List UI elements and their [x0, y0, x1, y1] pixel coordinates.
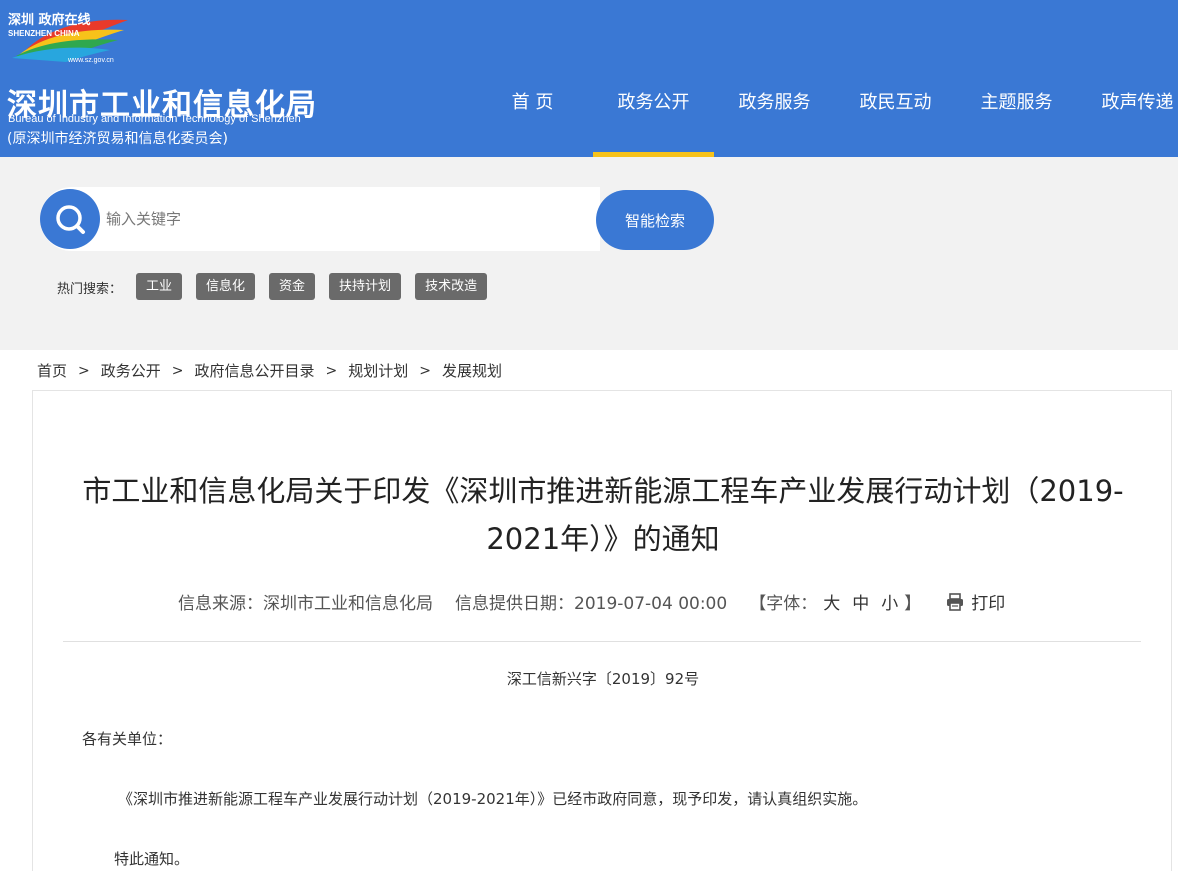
site-title-english: Bureau of Industry and Information Techn…: [8, 113, 301, 125]
breadcrumb-separator: >: [78, 362, 90, 379]
nav-item-theme-services[interactable]: 主题服务: [956, 0, 1077, 157]
info-date: 信息提供日期：2019-07-04 00:00: [455, 594, 728, 614]
breadcrumb-home[interactable]: 首页: [37, 360, 67, 381]
font-size-small[interactable]: 小: [881, 589, 898, 614]
printer-icon: [947, 592, 964, 611]
body-paragraph: 《深圳市推进新能源工程车产业发展行动计划（2019-2021年）》已经市政府同意…: [118, 790, 868, 808]
nav-item-gov-affairs-open[interactable]: 政务公开: [593, 0, 714, 157]
breadcrumb-gov-affairs-open[interactable]: 政务公开: [101, 360, 161, 381]
print-label: 打印: [971, 594, 1006, 614]
breadcrumb-separator: >: [325, 362, 338, 379]
smart-search-button[interactable]: 智能检索: [596, 190, 714, 250]
article-title: 市工业和信息化局关于印发《深圳市推进新能源工程车产业发展行动计划（2019-20…: [82, 474, 1124, 556]
search-input[interactable]: [106, 203, 586, 235]
nav-item-home[interactable]: 首 页: [472, 0, 593, 157]
hot-search-label: 热门搜索：: [57, 282, 123, 297]
site-former-name: (原深圳市经济贸易和信息化委员会): [7, 131, 228, 147]
font-size-medium[interactable]: 中: [852, 589, 869, 614]
breadcrumb-info-catalog[interactable]: 政府信息公开目录: [195, 360, 315, 381]
svg-text:SHENZHEN CHINA: SHENZHEN CHINA: [8, 29, 80, 38]
article-panel: 市工业和信息化局关于印发《深圳市推进新能源工程车产业发展行动计划（2019-20…: [32, 390, 1172, 871]
hot-tag-funding[interactable]: 资金: [269, 273, 316, 300]
article-meta: 信息来源：深圳市工业和信息化局 信息提供日期：2019-07-04 00:00 …: [178, 589, 1005, 614]
font-size-close: 】: [904, 594, 922, 614]
hot-tag-support-plan[interactable]: 扶持计划: [329, 273, 402, 300]
search-bar: [40, 187, 600, 251]
site-header: 深圳 政府在线 SHENZHEN CHINA www.sz.gov.cn 深圳市…: [0, 0, 1178, 157]
document-number: 深工信新兴字〔2019〕92号: [506, 670, 700, 688]
font-size-open: 【字体：: [749, 594, 818, 614]
breadcrumb-separator: >: [171, 362, 184, 379]
hot-search-tags: 工业 信息化 资金 扶持计划 技术改造: [136, 273, 501, 300]
main-nav: 首 页 政务公开 政务服务 政民互动 主题服务 政声传递: [472, 0, 1178, 157]
breadcrumb-plans[interactable]: 规划计划: [348, 360, 408, 381]
svg-text:www.sz.gov.cn: www.sz.gov.cn: [67, 57, 114, 64]
hot-tag-tech-upgrade[interactable]: 技术改造: [415, 273, 488, 300]
breadcrumb: 首页 > 政务公开 > 政府信息公开目录 > 规划计划 > 发展规划: [37, 360, 502, 381]
hot-tag-industry[interactable]: 工业: [136, 273, 183, 300]
print-button[interactable]: 打印: [945, 589, 1005, 614]
nav-item-gov-voice[interactable]: 政声传递: [1077, 0, 1178, 157]
hot-tag-informatization[interactable]: 信息化: [196, 273, 256, 300]
salutation: 各有关单位：: [82, 730, 173, 748]
closing-paragraph: 特此通知。: [114, 850, 190, 868]
meta-divider: [63, 641, 1141, 642]
info-source: 信息来源：深圳市工业和信息化局: [178, 594, 433, 614]
search-icon[interactable]: [40, 189, 100, 249]
breadcrumb-separator: >: [419, 362, 431, 379]
nav-item-public-interaction[interactable]: 政民互动: [835, 0, 956, 157]
font-size-large[interactable]: 大: [823, 589, 840, 614]
shenzhen-gov-logo[interactable]: 深圳 政府在线 SHENZHEN CHINA www.sz.gov.cn: [6, 8, 130, 64]
svg-text:深圳 政府在线: 深圳 政府在线: [8, 12, 91, 28]
search-area: 智能检索 热门搜索： 工业 信息化 资金 扶持计划 技术改造: [0, 157, 1178, 350]
breadcrumb-development-plan[interactable]: 发展规划: [442, 360, 502, 381]
nav-item-gov-services[interactable]: 政务服务: [714, 0, 835, 157]
